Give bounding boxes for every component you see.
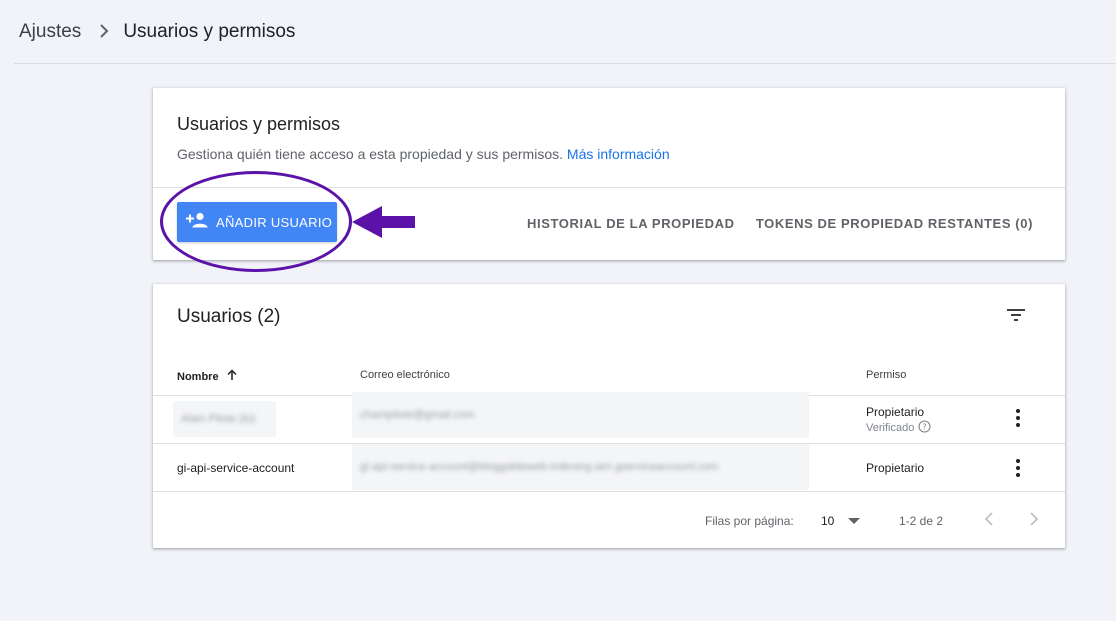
more-info-link[interactable]: Más información bbox=[567, 146, 670, 162]
verified-label: Verificado bbox=[866, 422, 915, 434]
chevron-left-icon[interactable] bbox=[983, 511, 995, 527]
name-header-label: Nombre bbox=[177, 370, 219, 383]
permissions-header-card: Usuarios y permisos Gestiona quién tiene… bbox=[153, 88, 1065, 260]
more-vert-icon[interactable] bbox=[1011, 408, 1025, 428]
page-title: Usuarios y permisos bbox=[123, 21, 296, 42]
card-divider bbox=[153, 187, 1065, 188]
redacted-email: gi-api-service-account@bloggableweb-inde… bbox=[352, 444, 809, 490]
property-tokens-button[interactable]: TOKENS DE PROPIEDAD RESTANTES (0) bbox=[756, 216, 1033, 231]
property-history-button[interactable]: HISTORIAL DE LA PROPIEDAD bbox=[527, 216, 735, 231]
redacted-email: champilote@gmail.com bbox=[352, 392, 809, 438]
add-user-label: AÑADIR USUARIO bbox=[216, 214, 333, 230]
redacted-name: Alain Pilote (tú) bbox=[173, 401, 276, 437]
column-header-name[interactable]: Nombre bbox=[177, 369, 237, 384]
card-description: Gestiona quién tiene acceso a esta propi… bbox=[177, 146, 670, 162]
add-user-button[interactable]: AÑADIR USUARIO bbox=[177, 202, 337, 242]
chevron-right-icon[interactable] bbox=[1028, 511, 1040, 527]
more-vert-icon[interactable] bbox=[1011, 458, 1025, 478]
dropdown-caret-icon bbox=[848, 517, 861, 524]
users-card: Usuarios (2) Nombre Correo electrónico P… bbox=[153, 284, 1065, 548]
svg-text:?: ? bbox=[923, 423, 927, 432]
rows-per-page-label: Filas por página: bbox=[705, 514, 794, 528]
pagination-range: 1-2 de 2 bbox=[899, 514, 944, 528]
permission-value: Propietario bbox=[866, 461, 925, 475]
column-header-email: Correo electrónico bbox=[360, 369, 450, 381]
verification-status: Verificado ? bbox=[866, 420, 931, 436]
row-divider bbox=[153, 491, 1065, 492]
filter-icon[interactable] bbox=[1005, 306, 1027, 324]
permission-cell: Propietario Verificado ? bbox=[866, 405, 931, 436]
user-name: gi-api-service-account bbox=[177, 461, 295, 475]
chevron-right-icon bbox=[99, 22, 109, 43]
top-bar: Ajustes Usuarios y permisos bbox=[0, 0, 1116, 64]
rows-per-page-value: 10 bbox=[821, 514, 835, 528]
person-add-icon bbox=[186, 212, 208, 233]
users-title: Usuarios (2) bbox=[177, 306, 281, 327]
rows-per-page-select[interactable]: 10 bbox=[821, 514, 861, 528]
column-header-permission: Permiso bbox=[866, 369, 907, 381]
card-title: Usuarios y permisos bbox=[177, 114, 341, 134]
help-circle-icon[interactable]: ? bbox=[914, 420, 931, 436]
arrow-up-icon bbox=[227, 369, 237, 384]
permission-value: Propietario bbox=[866, 405, 925, 419]
breadcrumb-settings[interactable]: Ajustes bbox=[19, 21, 81, 43]
description-text: Gestiona quién tiene acceso a esta propi… bbox=[177, 146, 564, 162]
header-divider bbox=[14, 63, 1116, 64]
